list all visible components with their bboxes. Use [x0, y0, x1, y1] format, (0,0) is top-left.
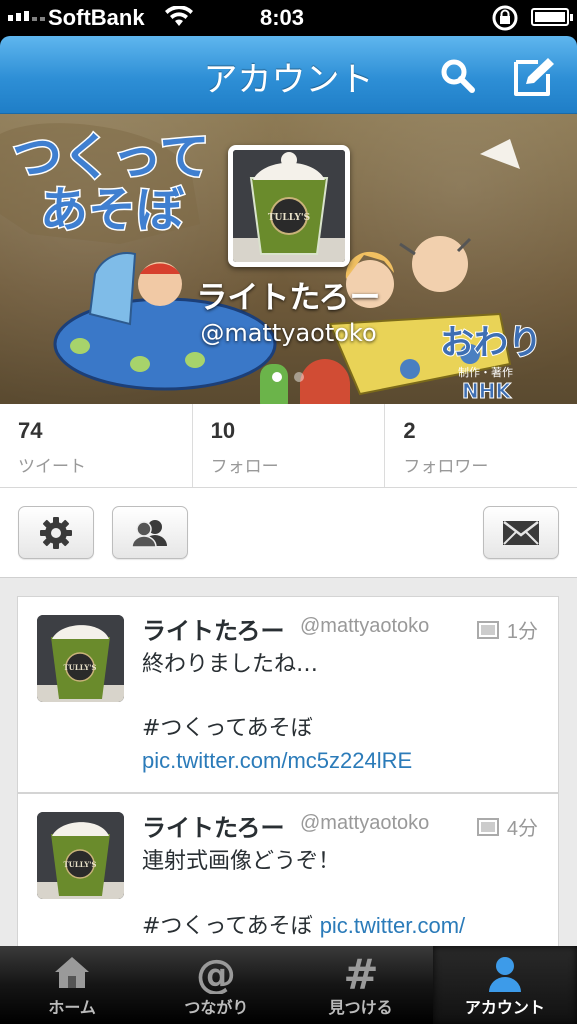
tweet-author-name[interactable]: ライトたろー	[142, 808, 285, 843]
stat-number: 74	[18, 418, 43, 443]
tab-discover[interactable]: # 見つける	[289, 946, 433, 1024]
nav-bar: アカウント	[0, 36, 577, 114]
battery-icon	[531, 8, 573, 26]
person-icon	[488, 957, 521, 992]
hashtag-icon: #	[343, 954, 378, 994]
action-bar	[0, 488, 577, 578]
stat-following[interactable]: 10 フォロー	[193, 404, 386, 487]
stat-label: フォロー	[210, 457, 279, 477]
rotation-lock-icon	[490, 3, 520, 39]
compose-icon[interactable]	[512, 54, 558, 98]
svg-text:#: #	[343, 954, 378, 994]
svg-text:制作・著作: 制作・著作	[458, 365, 513, 379]
hashtag[interactable]: #つくってあそぼ	[142, 716, 313, 741]
hashtag[interactable]: #つくってあそぼ	[142, 914, 313, 939]
search-icon[interactable]	[438, 56, 478, 96]
tweet-author-handle: @mattyaotoko	[300, 615, 430, 637]
svg-text:あそぼ: あそぼ	[40, 182, 184, 238]
tweet-meta: 4分	[476, 812, 538, 841]
tweet-text: 終わりましたね…	[142, 652, 319, 677]
profile-avatar[interactable]: TULLY'S	[228, 145, 350, 267]
tweet-avatar[interactable]: TULLY'S	[37, 615, 124, 702]
tab-home[interactable]: ホーム	[0, 946, 144, 1024]
tab-account[interactable]: アカウント	[432, 946, 577, 1024]
tweet-text: 連射式画像どうぞ！	[142, 849, 341, 874]
svg-text:TULLY'S: TULLY'S	[268, 213, 310, 223]
gear-icon	[40, 516, 72, 549]
tweet-item[interactable]: TULLY'S ライトたろー @mattyaotoko 1分 終わりましたね… …	[17, 596, 559, 793]
signal-icon	[8, 11, 45, 21]
tweet-time: 1分	[506, 621, 538, 643]
svg-text:NHK: NHK	[462, 379, 512, 403]
svg-text:TULLY'S: TULLY'S	[64, 663, 97, 672]
wifi-icon	[164, 5, 194, 34]
people-button[interactable]	[112, 506, 188, 559]
tweet-avatar[interactable]: TULLY'S	[37, 812, 124, 899]
stat-followers[interactable]: 2 フォロワー	[385, 404, 577, 487]
tab-label: つながり	[184, 998, 249, 1017]
svg-text:つくって: つくって	[12, 128, 210, 186]
stat-tweets[interactable]: 74 ツイート	[0, 404, 193, 487]
page-dot	[294, 372, 304, 382]
media-icon	[476, 817, 499, 836]
profile-name: ライトたろー	[196, 280, 381, 316]
people-icon	[131, 519, 167, 548]
tab-label: アカウント	[464, 998, 545, 1017]
tweet-author-handle: @mattyaotoko	[300, 812, 430, 834]
tweet-author-name[interactable]: ライトたろー	[142, 611, 285, 646]
stat-label: ツイート	[18, 457, 86, 477]
clock-time: 8:03	[260, 5, 305, 30]
tweet-time: 4分	[506, 818, 538, 840]
stat-number: 10	[210, 418, 236, 443]
tweet-text-line2: #つくってあそぼ pic.twitter.com/mc5z224lRE	[142, 713, 542, 778]
stats-bar: 74 ツイート 10 フォロー 2 フォロワー	[0, 404, 577, 488]
stat-number: 2	[403, 418, 416, 443]
tweet-list[interactable]: TULLY'S ライトたろー @mattyaotoko 1分 終わりましたね… …	[0, 578, 577, 946]
tab-label: ホーム	[48, 998, 96, 1017]
envelope-icon	[503, 520, 539, 545]
tweet-link[interactable]: pic.twitter.com/mc5z224lRE	[142, 748, 412, 773]
media-icon	[476, 620, 499, 639]
tweet-item[interactable]: TULLY'S ライトたろー @mattyaotoko 4分 連射式画像どうぞ！…	[17, 793, 559, 946]
status-bar: SoftBank 8:03	[0, 0, 577, 36]
svg-text:TULLY'S: TULLY'S	[64, 860, 97, 869]
tweet-meta: 1分	[476, 615, 538, 644]
settings-button[interactable]	[18, 506, 94, 559]
message-button[interactable]	[483, 506, 559, 559]
carrier-label: SoftBank	[48, 5, 145, 30]
tab-connect[interactable]: @ つながり	[144, 946, 288, 1024]
home-icon	[55, 957, 90, 988]
profile-handle: @mattyaotoko	[200, 319, 377, 347]
tab-label: 見つける	[328, 998, 393, 1017]
stat-label: フォロワー	[403, 457, 489, 477]
svg-text:@: @	[196, 954, 236, 994]
at-icon: @	[196, 954, 236, 994]
page-dot	[272, 372, 282, 382]
tweet-link[interactable]: pic.twitter.com/	[320, 913, 465, 938]
tab-bar: ホーム @ つながり # 見つける アカウント	[0, 946, 577, 1024]
page-indicator[interactable]	[272, 372, 304, 382]
page-title: アカウント	[203, 60, 374, 100]
tweet-text-line2: #つくってあそぼ pic.twitter.com/	[142, 910, 542, 943]
